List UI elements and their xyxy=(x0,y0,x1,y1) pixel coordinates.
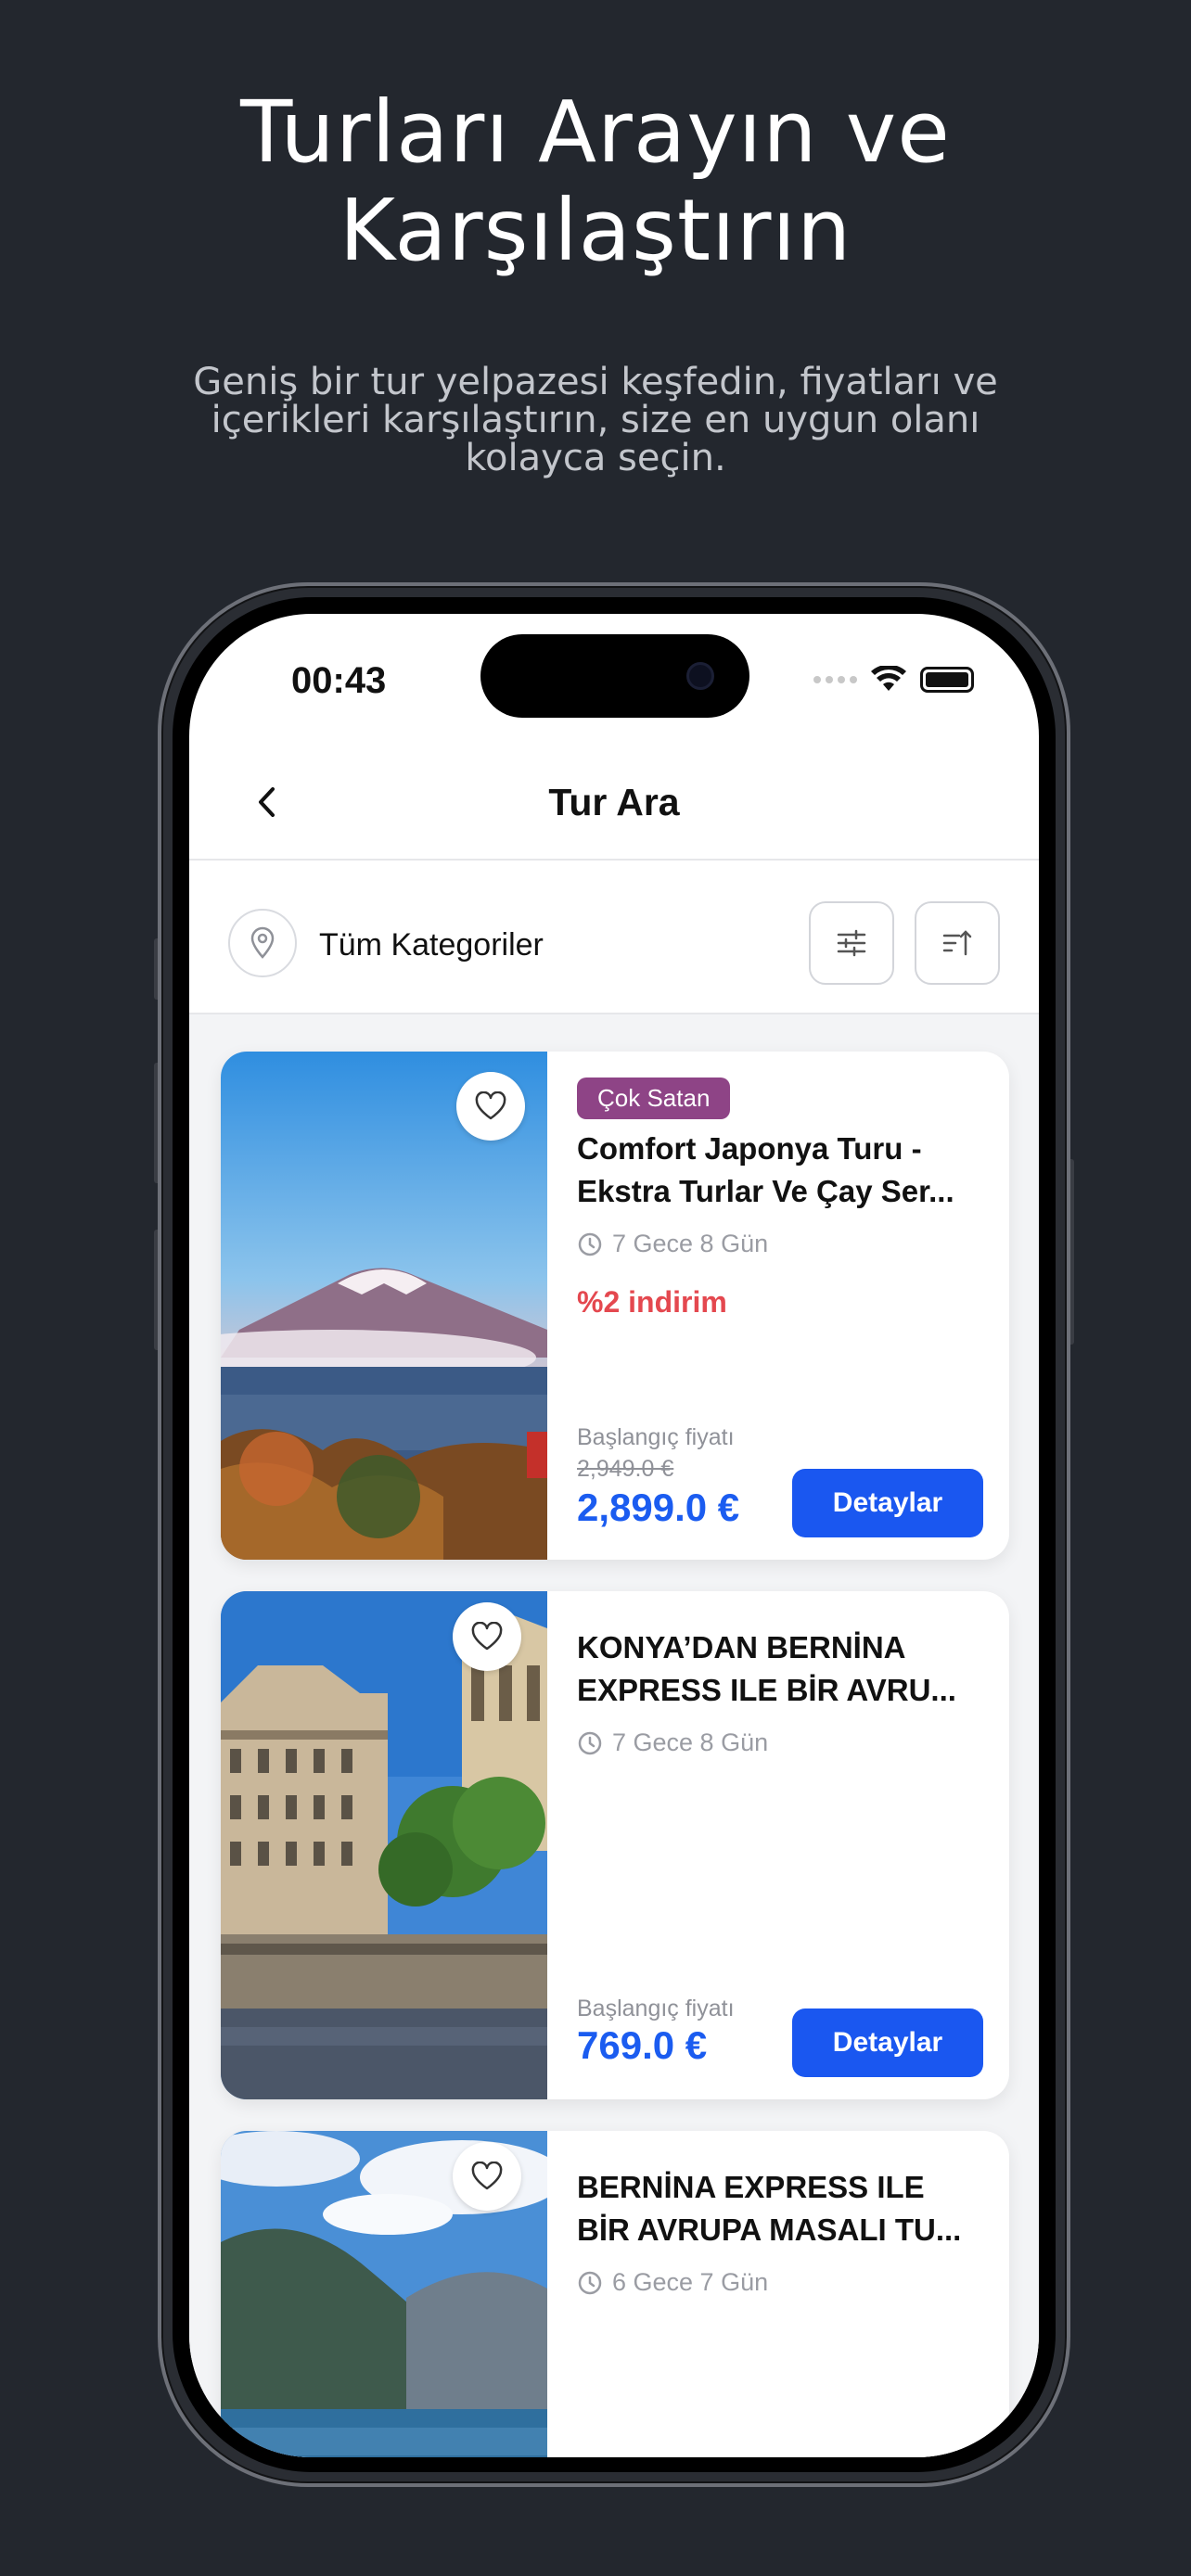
hero-title-line: Karşılaştırın xyxy=(339,181,852,280)
hero-subtitle-line: Geniş bir tur yelpazesi keşfedin, fiyatl… xyxy=(193,361,998,403)
clock-icon xyxy=(578,2271,602,2294)
tour-card[interactable]: BERNİNA EXPRESS ILE BİR AVRUPA MASALI TU… xyxy=(221,2131,1009,2457)
clock-icon xyxy=(578,1731,602,1754)
tour-title: Comfort Japonya Turu - Ekstra Turlar Ve … xyxy=(577,1128,985,1213)
hero-subtitle: Geniş bir tur yelpazesi keşfedin, fiyatl… xyxy=(186,363,1005,478)
sort-icon xyxy=(942,930,972,956)
tour-duration-text: 7 Gece 8 Gün xyxy=(612,1230,769,1257)
page-title: Tur Ara xyxy=(548,781,680,823)
details-button[interactable]: Detaylar xyxy=(792,1469,983,1537)
tour-title-line: Comfort Japonya Turu - xyxy=(577,1131,922,1166)
favorite-button[interactable] xyxy=(453,1602,521,1671)
status-time: 00:43 xyxy=(291,660,387,701)
filter-button[interactable] xyxy=(809,901,894,985)
chevron-left-icon xyxy=(259,787,275,817)
details-button[interactable]: Detaylar xyxy=(792,2009,983,2077)
status-icons xyxy=(813,666,974,694)
camera-icon xyxy=(686,662,714,690)
tour-title-line: Ekstra Turlar Ve Çay Ser... xyxy=(577,1174,954,1208)
tour-list: Çok Satan Comfort Japonya Turu - Ekstra … xyxy=(189,1014,1039,2457)
tour-duration: 7 Gece 8 Gün xyxy=(577,1230,768,1258)
battery-icon xyxy=(920,667,974,693)
sliders-icon xyxy=(837,929,866,957)
phone-screen: 00:43 Tur Ara Tüm Kategoriler Çok Satan … xyxy=(189,614,1039,2457)
tour-card[interactable]: Çok Satan Comfort Japonya Turu - Ekstra … xyxy=(221,1052,1009,1560)
category-selector[interactable] xyxy=(228,909,297,977)
tour-duration-text: 7 Gece 8 Gün xyxy=(612,1728,769,1756)
dynamic-island xyxy=(480,634,749,718)
old-price: 2,949.0 € xyxy=(577,1456,674,1482)
sort-button[interactable] xyxy=(915,901,1000,985)
heart-icon xyxy=(471,1622,503,1651)
hero-title-line: Turları Arayın ve xyxy=(240,83,951,182)
heart-icon xyxy=(471,2162,503,2190)
map-pin-icon xyxy=(250,926,275,959)
tour-title-line: EXPRESS ILE BİR AVRU... xyxy=(577,1673,956,1707)
tour-duration-text: 6 Gece 7 Gün xyxy=(612,2268,769,2296)
tour-duration: 7 Gece 8 Gün xyxy=(577,1728,768,1757)
tour-title-line: BERNİNA EXPRESS ILE xyxy=(577,2170,925,2204)
price-label: Başlangıç fiyatı xyxy=(577,1996,735,2021)
favorite-button[interactable] xyxy=(453,2142,521,2211)
price-label: Başlangıç fiyatı xyxy=(577,1424,735,1450)
favorite-button[interactable] xyxy=(456,1072,525,1141)
price: 2,899.0 € xyxy=(577,1486,740,1529)
tour-title-line: KONYA’DAN BERNİNA xyxy=(577,1630,906,1664)
wifi-icon xyxy=(871,666,906,691)
hero-title: Turları Arayın ve Karşılaştırın xyxy=(0,83,1191,280)
price: 769.0 € xyxy=(577,2023,708,2067)
clock-icon xyxy=(578,1232,602,1256)
tour-title-line: BİR AVRUPA MASALI TU... xyxy=(577,2213,962,2247)
hero-subtitle-line: içerikleri karşılaştırın, size en uygun … xyxy=(211,399,980,441)
discount-label: %2 indirim xyxy=(577,1285,727,1319)
tour-duration: 6 Gece 7 Gün xyxy=(577,2268,768,2297)
hero-subtitle-line: kolayca seçin. xyxy=(465,437,726,479)
back-button[interactable] xyxy=(245,781,288,823)
bestseller-badge: Çok Satan xyxy=(577,1078,731,1119)
heart-icon xyxy=(475,1091,506,1120)
filter-bar: Tüm Kategoriler xyxy=(189,861,1039,1013)
tour-title: KONYA’DAN BERNİNA EXPRESS ILE BİR AVRU..… xyxy=(577,1626,985,1712)
tour-title: BERNİNA EXPRESS ILE BİR AVRUPA MASALI TU… xyxy=(577,2166,985,2251)
tour-card[interactable]: KONYA’DAN BERNİNA EXPRESS ILE BİR AVRU..… xyxy=(221,1591,1009,2099)
category-label[interactable]: Tüm Kategoriler xyxy=(319,927,544,963)
signal-icon xyxy=(813,676,857,683)
